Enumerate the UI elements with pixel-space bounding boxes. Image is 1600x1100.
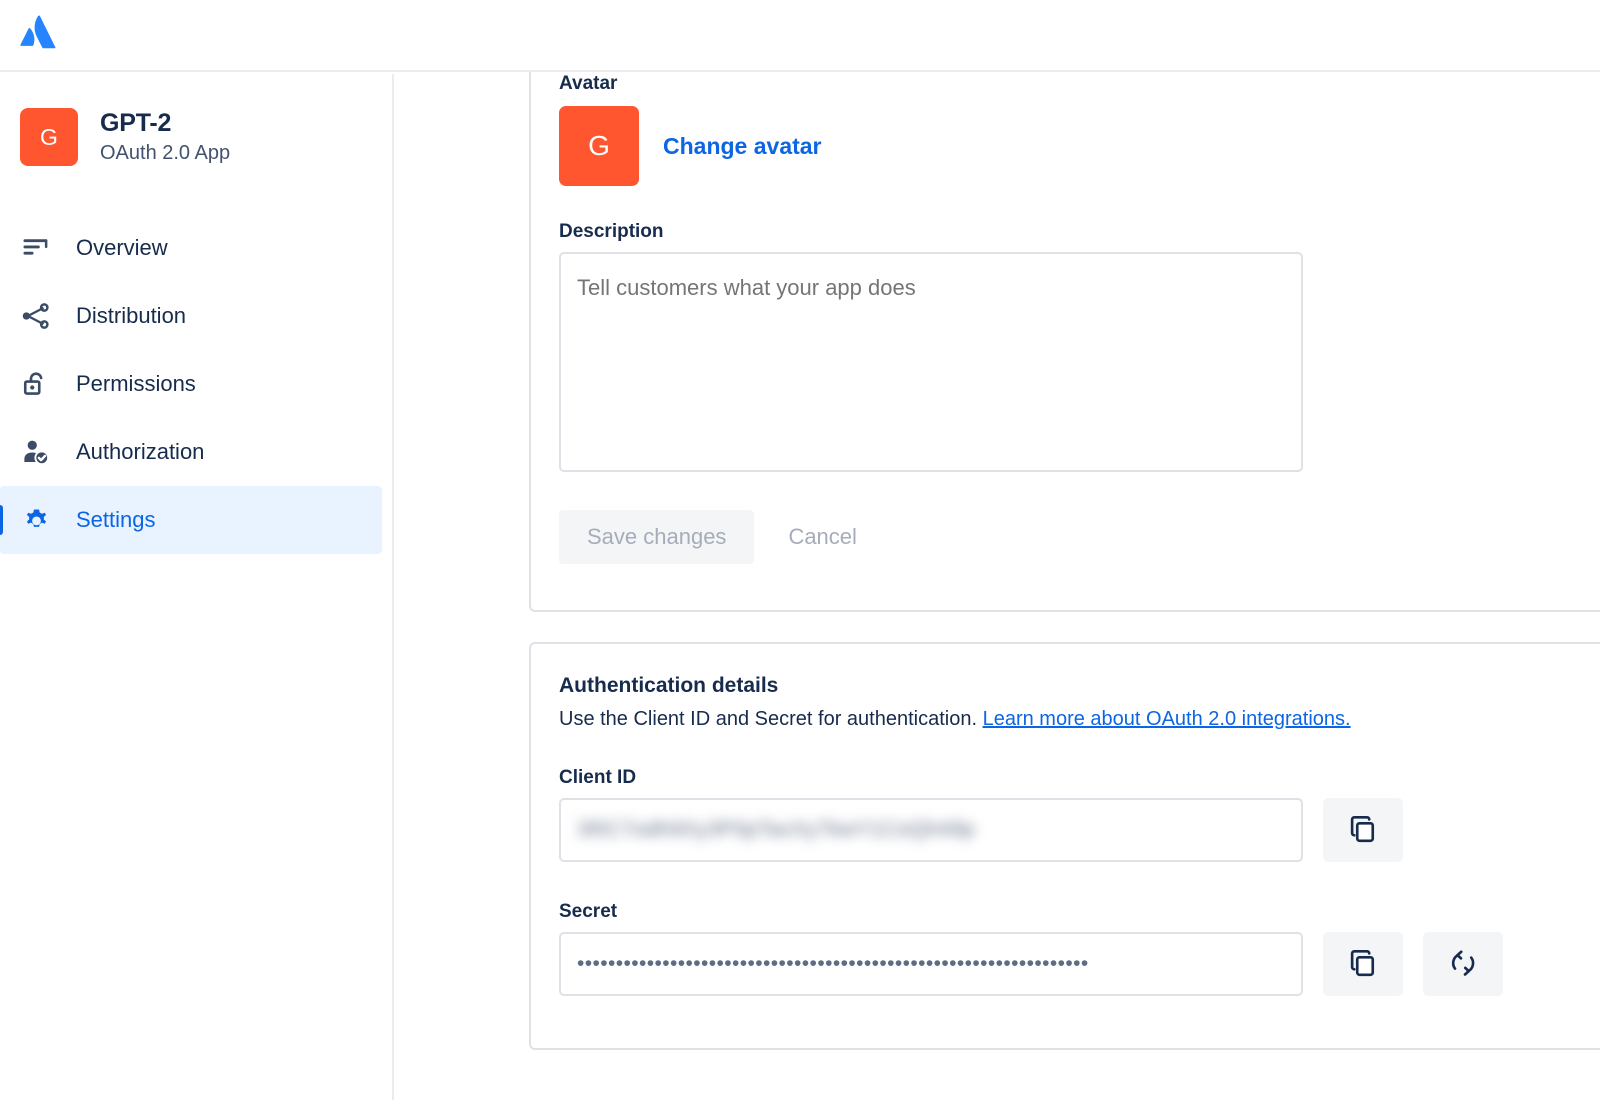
app-avatar: G xyxy=(20,108,78,166)
copy-icon xyxy=(1348,814,1378,847)
sidebar-nav: Overview Distribution xyxy=(0,214,394,554)
sidebar-item-distribution[interactable]: Distribution xyxy=(0,282,382,350)
secret-value: ••••••••••••••••••••••••••••••••••••••••… xyxy=(577,952,1089,976)
client-id-value: 3l5C7odh9Xy3P0pTavXy7kwY1CoQh49p xyxy=(577,818,975,842)
sidebar-item-authorization[interactable]: Authorization xyxy=(0,418,382,486)
avatar-row: G Change avatar xyxy=(559,106,822,186)
save-changes-button[interactable]: Save changes xyxy=(559,510,754,564)
sidebar: G GPT-2 OAuth 2.0 App Overview xyxy=(0,74,394,1100)
sidebar-item-label: Authorization xyxy=(76,439,204,465)
app-details-card: Avatar G Change avatar Description Save … xyxy=(529,72,1600,612)
auth-description-text: Use the Client ID and Secret for authent… xyxy=(559,708,983,730)
app-name: GPT-2 xyxy=(100,110,230,138)
share-nodes-icon xyxy=(20,300,52,332)
client-id-input[interactable]: 3l5C7odh9Xy3P0pTavXy7kwY1CoQh49p xyxy=(559,798,1303,862)
sidebar-app-header: G GPT-2 OAuth 2.0 App xyxy=(20,108,230,166)
top-bar xyxy=(0,0,1600,72)
unlocked-lock-icon xyxy=(20,368,52,400)
atlassian-logo[interactable] xyxy=(16,8,62,54)
avatar-label: Avatar xyxy=(559,74,617,95)
sidebar-item-label: Permissions xyxy=(76,371,196,397)
sidebar-item-overview[interactable]: Overview xyxy=(0,214,382,282)
copy-secret-button[interactable] xyxy=(1323,932,1403,996)
form-actions: Save changes Cancel xyxy=(559,510,881,564)
change-avatar-link[interactable]: Change avatar xyxy=(663,133,822,160)
description-label: Description xyxy=(559,222,664,243)
oauth-learn-more-link[interactable]: Learn more about OAuth 2.0 integrations. xyxy=(983,708,1351,730)
app-type: OAuth 2.0 App xyxy=(100,142,230,164)
rotate-refresh-icon xyxy=(1448,948,1478,981)
copy-icon xyxy=(1348,948,1378,981)
authentication-details-card: Authentication details Use the Client ID… xyxy=(529,642,1600,1050)
secret-label: Secret xyxy=(559,902,617,923)
copy-client-id-button[interactable] xyxy=(1323,798,1403,862)
description-input[interactable] xyxy=(559,252,1303,472)
sidebar-item-permissions[interactable]: Permissions xyxy=(0,350,382,418)
app-avatar-large: G xyxy=(559,106,639,186)
main-content: Avatar G Change avatar Description Save … xyxy=(396,72,1600,1100)
client-id-label: Client ID xyxy=(559,768,636,789)
sidebar-item-label: Distribution xyxy=(76,303,186,329)
auth-details-description: Use the Client ID and Secret for authent… xyxy=(559,708,1351,731)
auth-details-title: Authentication details xyxy=(559,674,778,698)
gear-icon xyxy=(20,504,52,536)
list-lines-icon xyxy=(20,232,52,264)
sidebar-item-settings[interactable]: Settings xyxy=(0,486,382,554)
sidebar-item-label: Settings xyxy=(76,507,156,533)
rotate-secret-button[interactable] xyxy=(1423,932,1503,996)
person-check-icon xyxy=(20,436,52,468)
secret-input[interactable]: ••••••••••••••••••••••••••••••••••••••••… xyxy=(559,932,1303,996)
sidebar-item-label: Overview xyxy=(76,235,168,261)
secret-row: ••••••••••••••••••••••••••••••••••••••••… xyxy=(559,932,1503,996)
client-id-row: 3l5C7odh9Xy3P0pTavXy7kwY1CoQh49p xyxy=(559,798,1403,862)
cancel-button[interactable]: Cancel xyxy=(764,510,880,564)
